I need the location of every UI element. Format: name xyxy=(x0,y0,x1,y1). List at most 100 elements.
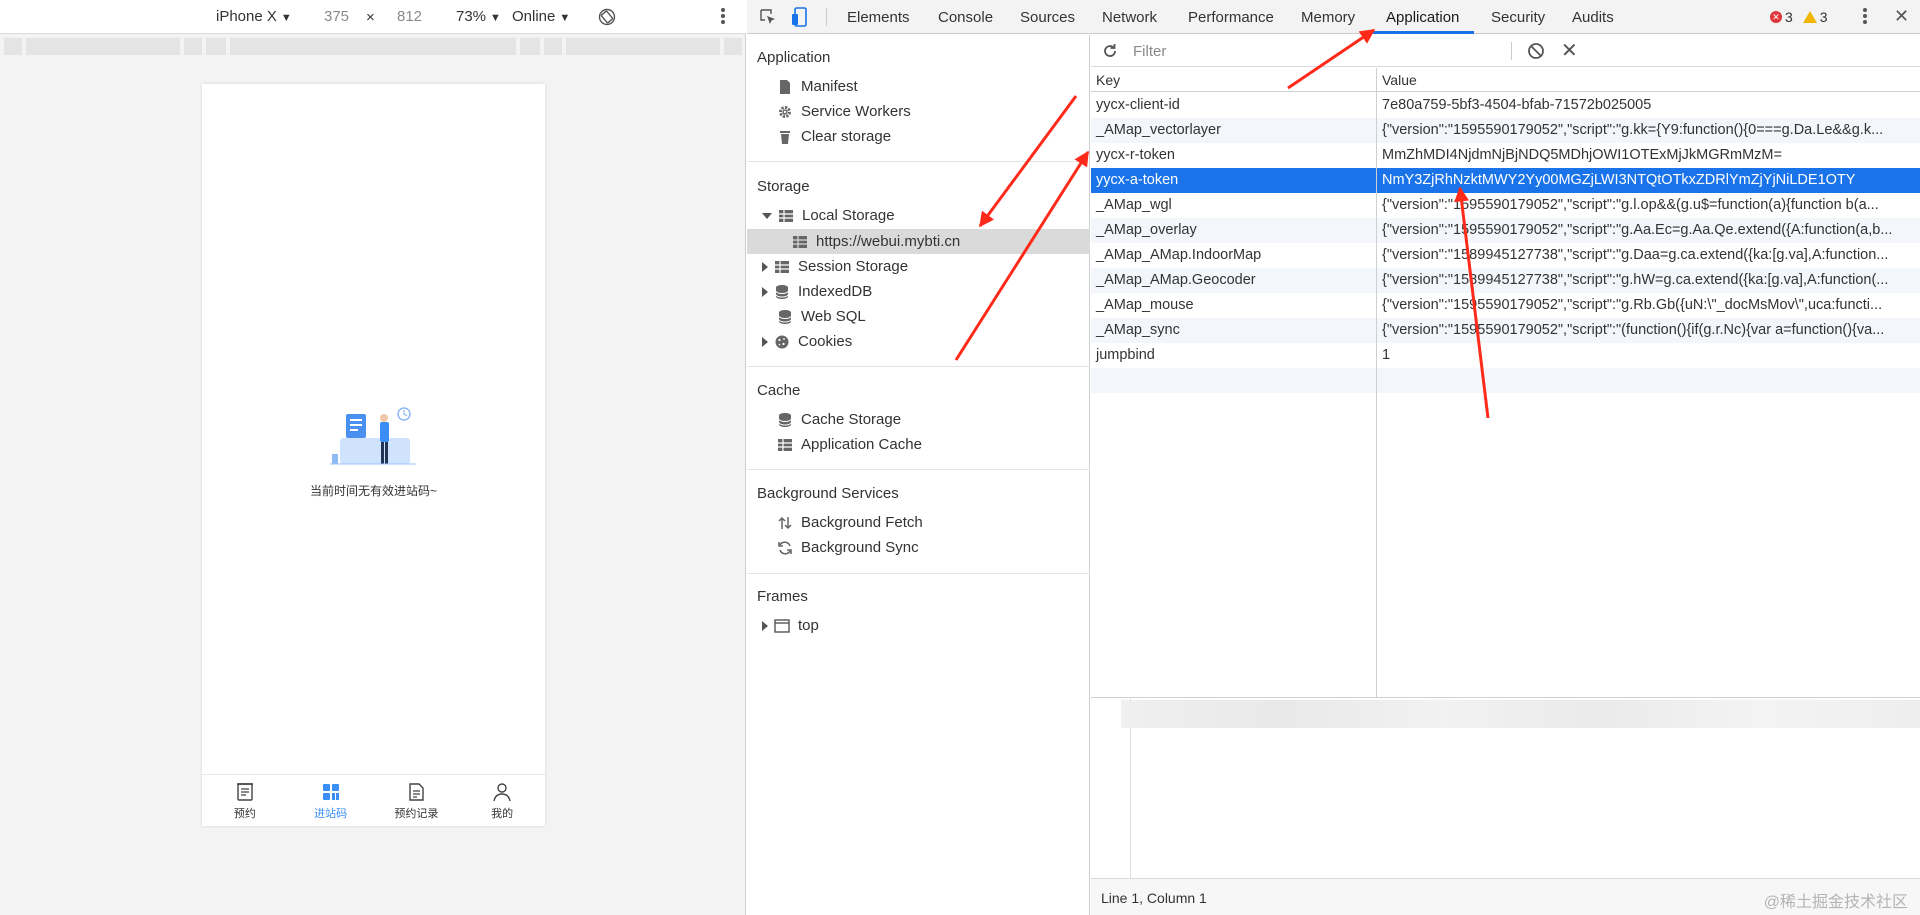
table-row[interactable]: _AMap_wgl {"version":"1595590179052","scr… xyxy=(1091,193,1920,218)
tab-application[interactable]: Application xyxy=(1386,9,1459,26)
key-cell[interactable]: _AMap_vectorlayer xyxy=(1091,118,1376,143)
value-cell[interactable]: {"version":"1595590179052","script":"g.R… xyxy=(1377,293,1920,318)
clear-all-icon[interactable] xyxy=(1527,42,1545,60)
gear-icon xyxy=(779,105,791,118)
media-query-segment[interactable] xyxy=(520,38,540,55)
value-cell[interactable]: {"version":"1589945127738","script":"g.D… xyxy=(1377,243,1920,268)
expand-triangle-icon[interactable] xyxy=(762,261,768,272)
table-row[interactable]: yycx-r-token MmZhMDI4NjdmNjBjNDQ5MDhjOWI1… xyxy=(1091,143,1920,168)
sidebar-item-origin[interactable]: https://webui.mybti.cn xyxy=(792,229,960,254)
key-cell[interactable]: yycx-client-id xyxy=(1091,93,1376,118)
issue-counter[interactable]: ✕ 3 3 xyxy=(1770,9,1828,25)
sidebar-item-session-storage[interactable]: Session Storage xyxy=(762,254,908,279)
sidebar-item-cache-storage[interactable]: Cache Storage xyxy=(777,407,901,432)
up-down-arrows-icon xyxy=(778,516,792,529)
key-cell[interactable]: _AMap_sync xyxy=(1091,318,1376,343)
device-toggle-icon[interactable] xyxy=(791,6,809,28)
expand-triangle-icon[interactable] xyxy=(762,286,768,297)
close-icon[interactable]: ✕ xyxy=(1894,7,1912,25)
key-cell[interactable]: _AMap_wgl xyxy=(1091,193,1376,218)
customize-devtools-icon[interactable] xyxy=(1860,6,1870,28)
expand-triangle-icon[interactable] xyxy=(762,620,768,631)
blurred-value-preview xyxy=(1121,700,1920,728)
value-cell[interactable]: {"version":"1595590179052","script":"g.l… xyxy=(1377,193,1920,218)
column-header-key[interactable]: Key xyxy=(1091,68,1376,92)
zoom-select[interactable]: 73% ▼ xyxy=(456,8,501,25)
expand-triangle-icon[interactable] xyxy=(762,336,768,347)
media-query-segment[interactable] xyxy=(206,38,226,55)
throttle-select[interactable]: Online ▼ xyxy=(512,8,570,25)
sidebar-item-indexeddb[interactable]: IndexedDB xyxy=(762,279,872,304)
value-cell[interactable]: 1 xyxy=(1377,343,1920,368)
table-row[interactable]: _AMap_sync {"version":"1595590179052","sc… xyxy=(1091,318,1920,343)
table-row[interactable]: _AMap_mouse {"version":"1595590179052","s… xyxy=(1091,293,1920,318)
media-query-segment[interactable] xyxy=(184,38,202,55)
column-divider[interactable] xyxy=(1376,68,1377,697)
tab-console[interactable]: Console xyxy=(938,9,993,26)
table-row[interactable]: jumpbind 1 xyxy=(1091,343,1920,368)
tab-entry-code[interactable]: 进站码 xyxy=(288,775,374,826)
media-query-segment[interactable] xyxy=(26,38,180,55)
key-cell[interactable]: _AMap_overlay xyxy=(1091,218,1376,243)
tab-network[interactable]: Network xyxy=(1102,9,1157,26)
media-query-segment[interactable] xyxy=(566,38,720,55)
inspect-element-icon[interactable] xyxy=(759,8,777,26)
device-select[interactable]: iPhone X ▼ xyxy=(216,8,292,25)
filter-input[interactable] xyxy=(1133,40,1503,62)
tab-booking[interactable]: 预约 xyxy=(202,775,288,826)
sidebar-item-label: Manifest xyxy=(801,78,858,95)
value-cell[interactable]: NmY3ZjRhNzktMWY2Yy00MGZjLWI3NTQtOTkxZDRl… xyxy=(1377,168,1920,193)
height-input[interactable]: 812 xyxy=(397,8,422,25)
sidebar-item-local-storage[interactable]: Local Storage xyxy=(762,203,895,228)
table-row[interactable]: _AMap_AMap.Geocoder {"version":"158994512… xyxy=(1091,268,1920,293)
value-cell[interactable]: 7e80a759-5bf3-4504-bfab-71572b025005 xyxy=(1377,93,1920,118)
sidebar-item-web-sql[interactable]: Web SQL xyxy=(777,304,866,329)
table-row[interactable]: yycx-client-id 7e80a759-5bf3-4504-bfab-71… xyxy=(1091,93,1920,118)
tab-profile[interactable]: 我的 xyxy=(459,775,545,826)
table-row-empty[interactable] xyxy=(1091,368,1920,393)
sidebar-item-background-sync[interactable]: Background Sync xyxy=(777,535,919,560)
media-query-segment[interactable] xyxy=(544,38,562,55)
refresh-icon[interactable] xyxy=(1101,42,1119,60)
sidebar-item-manifest[interactable]: Manifest xyxy=(777,74,858,99)
tab-security[interactable]: Security xyxy=(1491,9,1545,26)
sidebar-item-frame-top[interactable]: top xyxy=(762,613,819,638)
media-query-segment[interactable] xyxy=(724,38,742,55)
tab-sources[interactable]: Sources xyxy=(1020,9,1075,26)
rotate-icon[interactable] xyxy=(598,8,616,26)
table-row[interactable]: yycx-a-token NmY3ZjRhNzktMWY2Yy00MGZjLWI3… xyxy=(1091,168,1920,193)
tab-audits[interactable]: Audits xyxy=(1572,9,1614,26)
column-header-value[interactable]: Value xyxy=(1377,68,1920,92)
key-cell[interactable]: yycx-a-token xyxy=(1091,168,1376,193)
key-cell[interactable]: yycx-r-token xyxy=(1091,143,1376,168)
table-row[interactable]: _AMap_vectorlayer {"version":"15955901790… xyxy=(1091,118,1920,143)
value-cell[interactable]: {"version":"1589945127738","script":"g.h… xyxy=(1377,268,1920,293)
more-options-icon[interactable] xyxy=(718,6,728,28)
sidebar-item-cookies[interactable]: Cookies xyxy=(762,329,852,354)
key-cell[interactable]: jumpbind xyxy=(1091,343,1376,368)
key-cell[interactable]: _AMap_AMap.IndoorMap xyxy=(1091,243,1376,268)
sidebar-item-application-cache[interactable]: Application Cache xyxy=(777,432,922,457)
value-cell[interactable]: {"version":"1595590179052","script":"(fu… xyxy=(1377,318,1920,343)
width-input[interactable]: 375 xyxy=(324,8,349,25)
key-cell[interactable]: _AMap_AMap.Geocoder xyxy=(1091,268,1376,293)
media-query-segment[interactable] xyxy=(230,38,516,55)
sidebar-item-label: Clear storage xyxy=(801,128,892,145)
sidebar-item-background-fetch[interactable]: Background Fetch xyxy=(777,510,923,535)
expand-triangle-icon[interactable] xyxy=(762,212,772,219)
tab-booking-records[interactable]: 预约记录 xyxy=(374,775,460,826)
table-row[interactable]: _AMap_overlay {"version":"1595590179052",… xyxy=(1091,218,1920,243)
value-cell[interactable]: MmZhMDI4NjdmNjBjNDQ5MDhjOWI1OTExMjJkMGRm… xyxy=(1377,143,1920,168)
sidebar-item-service-workers[interactable]: Service Workers xyxy=(777,99,911,124)
table-row[interactable]: _AMap_AMap.IndoorMap {"version":"15899451… xyxy=(1091,243,1920,268)
tab-memory[interactable]: Memory xyxy=(1301,9,1355,26)
sidebar-item-clear-storage[interactable]: Clear storage xyxy=(777,124,891,149)
value-cell[interactable]: {"version":"1595590179052","script":"g.k… xyxy=(1377,118,1920,143)
throttle-select-value: Online xyxy=(512,8,556,25)
key-cell[interactable]: _AMap_mouse xyxy=(1091,293,1376,318)
tab-performance[interactable]: Performance xyxy=(1188,9,1274,26)
tab-elements[interactable]: Elements xyxy=(847,9,910,26)
value-cell[interactable]: {"version":"1595590179052","script":"g.A… xyxy=(1377,218,1920,243)
delete-selected-icon[interactable]: ✕ xyxy=(1561,40,1579,62)
media-query-segment[interactable] xyxy=(4,38,22,55)
